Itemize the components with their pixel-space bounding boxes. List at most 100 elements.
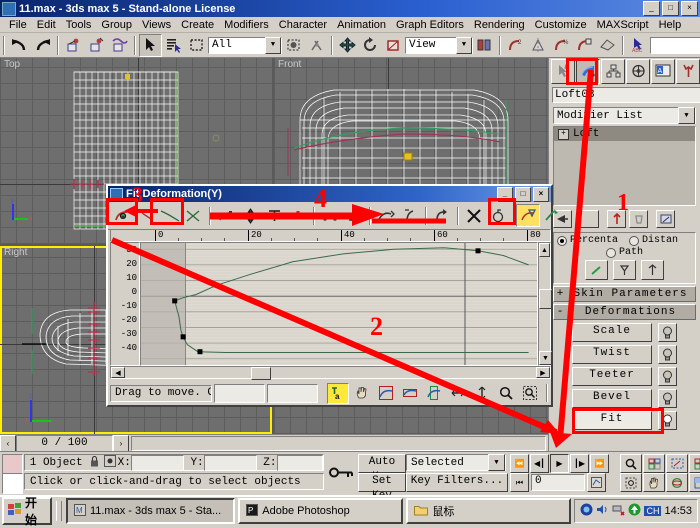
mirror-icon[interactable] [527, 34, 550, 57]
curve-plot-area[interactable] [140, 242, 538, 366]
go-to-start-icon[interactable]: ⏪ [510, 454, 529, 473]
path-steps-radio[interactable] [605, 247, 616, 258]
dialog-maximize-button[interactable]: □ [515, 187, 531, 202]
menu-character[interactable]: Character [274, 19, 332, 31]
select-and-manipulate-icon[interactable] [305, 34, 328, 57]
zoom-icon[interactable] [620, 454, 642, 473]
menu-help[interactable]: Help [654, 19, 687, 31]
control-point[interactable] [197, 349, 203, 355]
taskbar-item-folder[interactable]: 鼠标 [406, 498, 572, 524]
twist-bulb-icon[interactable] [658, 345, 677, 364]
bevel-button[interactable]: Bevel [572, 389, 652, 408]
align-icon[interactable]: % [550, 34, 573, 57]
object-name-input[interactable] [552, 87, 700, 103]
status-mini-listener[interactable] [2, 473, 23, 494]
select-object-icon[interactable] [139, 33, 162, 57]
taskbar-item-max[interactable]: M 11.max - 3ds max 5 - Sta... [65, 498, 236, 524]
insert-corner-point-icon[interactable] [262, 204, 286, 227]
next-frame-icon[interactable]: ┃▶ [570, 454, 589, 473]
taskbar-grip[interactable] [55, 501, 62, 521]
configure-modifier-sets-icon[interactable] [656, 210, 675, 228]
twist-button[interactable]: Twist [572, 345, 652, 364]
menu-group[interactable]: Group [96, 19, 137, 31]
z-field[interactable] [276, 454, 324, 471]
modifier-list-combo[interactable]: Modifier List ▼ [553, 107, 696, 124]
absolute-relative-transform-toggle[interactable] [102, 455, 118, 470]
select-by-name-icon[interactable] [162, 34, 185, 57]
rotate-90-ccw-icon[interactable] [430, 204, 454, 227]
update-icon[interactable] [628, 503, 641, 519]
use-selection-center-icon[interactable]: 2 [504, 34, 527, 57]
start-button[interactable]: 开始 [2, 496, 52, 527]
show-end-result-icon[interactable] [580, 210, 599, 228]
maximize-viewport-toggle-icon[interactable] [689, 473, 700, 492]
stack-item-loft[interactable]: + Loft [554, 127, 695, 141]
zoom-extents-icon[interactable] [666, 454, 688, 473]
zoom-horizontal-icon[interactable] [446, 382, 469, 404]
get-shape-icon[interactable] [516, 204, 540, 227]
chevron-down-icon[interactable]: ▼ [678, 107, 695, 124]
menu-rendering[interactable]: Rendering [469, 19, 530, 31]
bevel-bulb-icon[interactable] [658, 389, 677, 408]
select-and-link-icon[interactable] [62, 34, 85, 57]
expand-icon[interactable]: + [558, 128, 569, 140]
motion-tab[interactable] [626, 58, 650, 84]
menu-views[interactable]: Views [137, 19, 176, 31]
bind-to-space-warp-icon[interactable] [108, 34, 131, 57]
curve-editor-icon[interactable] [596, 34, 619, 57]
scroll-up-icon[interactable]: ▲ [539, 243, 550, 257]
dialog-y-field[interactable] [267, 383, 319, 403]
control-point[interactable] [475, 248, 481, 254]
zoom-region-icon[interactable] [518, 382, 541, 404]
zoom-icon[interactable] [494, 382, 517, 404]
zoom-extents-icon[interactable] [374, 382, 397, 404]
distance-radio[interactable] [629, 235, 640, 246]
chevron-down-icon[interactable]: ▼ [456, 36, 472, 54]
select-and-uniform-scale-icon[interactable] [382, 34, 405, 57]
arc-rotate-icon[interactable] [666, 473, 688, 492]
field-of-view-icon[interactable] [620, 473, 642, 492]
zoom-extents-horizontal-icon[interactable] [398, 382, 421, 404]
reference-coordinate-system-combo[interactable]: View ▼ [405, 36, 473, 54]
ime-icon[interactable]: CH [644, 506, 662, 516]
zoom-extents-vertical-icon[interactable] [422, 382, 445, 404]
use-pivot-point-center-icon[interactable] [473, 34, 496, 57]
lock-icon[interactable] [87, 455, 101, 470]
named-selection-combo[interactable]: ▼ [650, 36, 700, 54]
scroll-right-icon[interactable]: ▶ [536, 367, 550, 378]
snap-to-path-icon[interactable] [585, 260, 608, 280]
dialog-close-button[interactable]: × [533, 187, 549, 202]
vertical-scroll-thumb[interactable] [539, 289, 552, 309]
generate-path-icon[interactable] [540, 204, 564, 227]
chevron-down-icon[interactable]: ▼ [265, 36, 281, 54]
key-mode-icon[interactable]: ⏮ [510, 473, 529, 492]
play-animation-icon[interactable]: ▶ [550, 454, 569, 473]
menu-tools[interactable]: Tools [61, 19, 97, 31]
layer-manager-icon[interactable] [573, 34, 596, 57]
menu-customize[interactable]: Customize [530, 19, 592, 31]
path-level-icon[interactable] [613, 260, 636, 280]
utilities-tab[interactable] [676, 58, 700, 84]
menu-modifiers[interactable]: Modifiers [219, 19, 274, 31]
move-control-point-icon[interactable]: a [326, 382, 349, 404]
select-and-move-icon[interactable] [336, 34, 359, 57]
scale-control-point-icon[interactable] [238, 204, 262, 227]
horizontal-scroll-thumb[interactable] [251, 367, 271, 380]
maximize-button[interactable]: □ [662, 1, 679, 16]
deformation-graph[interactable]: 0 20 40 60 80 30 20 10 0 -10 -20 -30 -40 [110, 229, 552, 380]
graph-vertical-scrollbar[interactable]: ▲ ▼ [538, 242, 552, 366]
x-field[interactable] [130, 454, 185, 471]
menu-file[interactable]: File [4, 19, 32, 31]
hierarchy-tab[interactable] [601, 58, 625, 84]
reset-curve-icon[interactable] [342, 204, 366, 227]
scroll-down-icon[interactable]: ▼ [539, 351, 552, 365]
teeter-bulb-icon[interactable] [658, 367, 677, 386]
teeter-button[interactable]: Teeter [572, 367, 652, 386]
taskbar-item-photoshop[interactable]: P Adobe Photoshop [238, 498, 404, 524]
menu-maxscript[interactable]: MAXScript [592, 19, 654, 31]
rectangular-selection-region-icon[interactable] [185, 34, 208, 57]
chevron-down-icon[interactable]: ▼ [488, 454, 505, 471]
network-icon[interactable] [612, 503, 626, 519]
scale-bulb-icon[interactable] [658, 323, 677, 342]
undo-icon[interactable] [8, 34, 31, 57]
